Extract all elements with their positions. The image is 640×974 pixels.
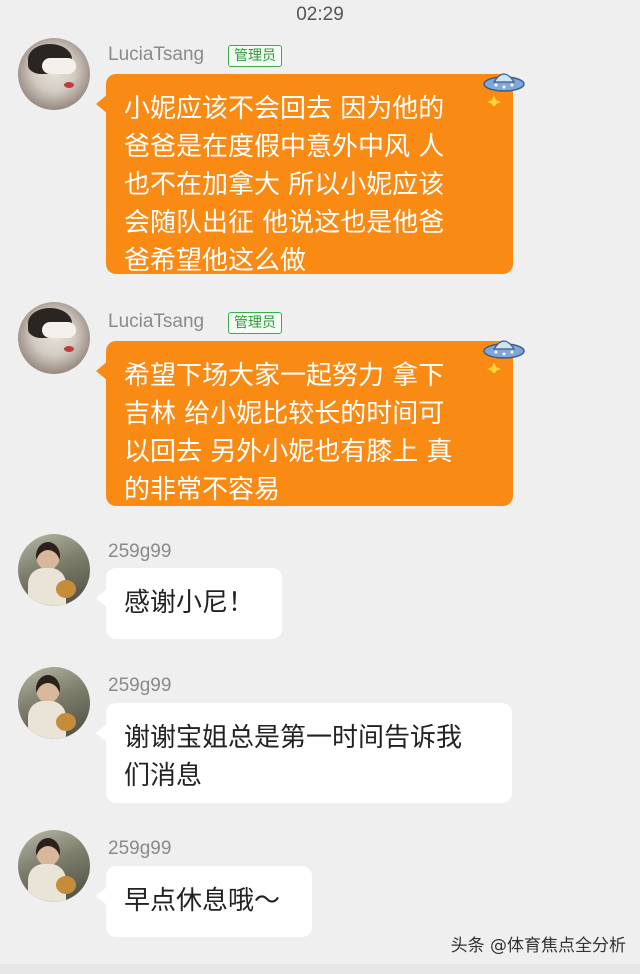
avatar[interactable]: [18, 667, 90, 739]
status-time: 02:29: [296, 4, 344, 25]
input-bar[interactable]: [0, 964, 640, 974]
admin-badge: 管理员: [228, 45, 282, 67]
ufo-sparkle-icon: [483, 73, 525, 106]
message-bubble[interactable]: 小妮应该不会回去 因为他的 爸爸是在度假中意外中风 人 也不在加拿大 所以小妮应…: [96, 74, 513, 276]
sender-name: 259g99: [108, 675, 172, 696]
avatar[interactable]: [18, 302, 90, 374]
watermark: 头条 @体育焦点全分析: [450, 936, 626, 956]
admin-badge: 管理员: [228, 312, 282, 334]
message-bubble[interactable]: 谢谢宝姐总是第一时间告诉我 们消息: [96, 703, 512, 803]
message-bubble[interactable]: 早点休息哦～: [96, 866, 312, 937]
sender-name: 259g99: [108, 541, 172, 562]
avatar[interactable]: [18, 830, 90, 902]
avatar[interactable]: [18, 38, 90, 110]
sender-name: 259g99: [108, 838, 172, 859]
ufo-sparkle-icon: [483, 340, 525, 373]
message-bubble[interactable]: 希望下场大家一起努力 拿下 吉林 给小妮比较长的时间可 以回去 另外小妮也有膝上…: [96, 341, 513, 506]
sender-name: LuciaTsang: [108, 44, 205, 65]
avatar[interactable]: [18, 534, 90, 606]
message-bubble[interactable]: 感谢小尼！: [96, 568, 282, 639]
sender-name: LuciaTsang: [108, 311, 205, 332]
